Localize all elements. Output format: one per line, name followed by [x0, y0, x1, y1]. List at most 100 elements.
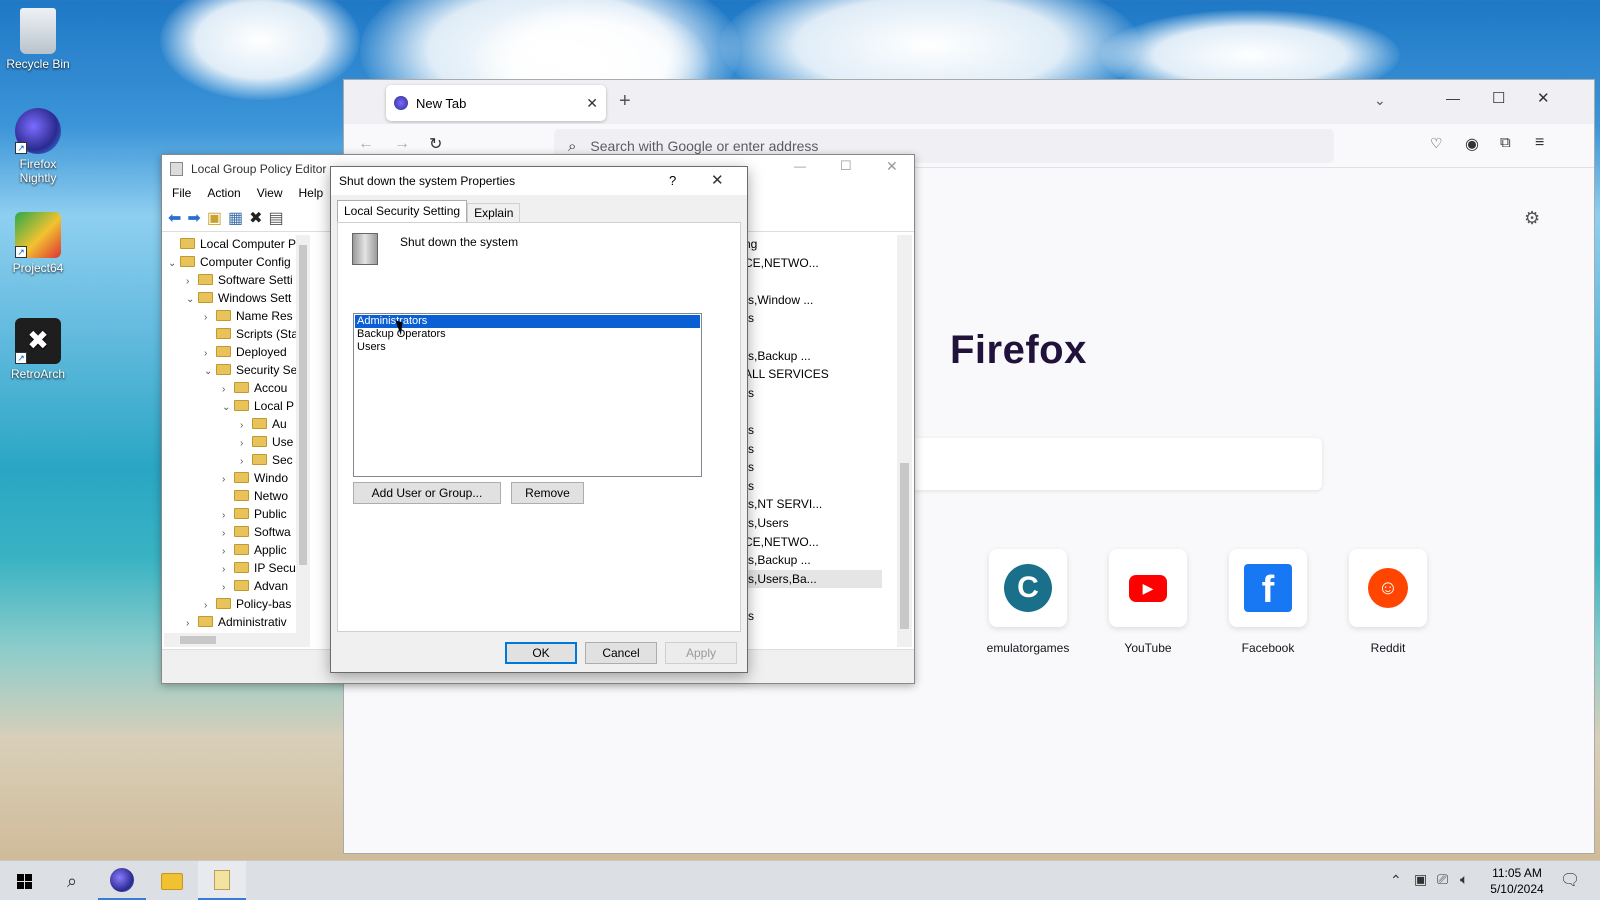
- list-cell[interactable]: rs: [742, 607, 882, 626]
- shortcut-facebook[interactable]: f Facebook: [1213, 549, 1323, 655]
- menu-help[interactable]: Help: [299, 186, 324, 200]
- list-cell[interactable]: CE,NETWO...: [742, 533, 882, 552]
- show-hidden-icons-icon[interactable]: ⌃: [1390, 872, 1402, 889]
- tree-node[interactable]: ⌄ Local P: [164, 397, 310, 415]
- remove-button[interactable]: Remove: [511, 482, 584, 504]
- tree-node[interactable]: › Policy-bas: [164, 595, 310, 613]
- tab-local-security-setting[interactable]: Local Security Setting: [337, 200, 468, 222]
- new-tab-button[interactable]: +: [619, 90, 631, 113]
- close-window-icon[interactable]: ✕: [886, 158, 898, 175]
- shortcut-youtube[interactable]: ▶ YouTube: [1093, 549, 1203, 655]
- list-cell[interactable]: ng: [742, 235, 882, 254]
- list-cell[interactable]: [742, 272, 882, 291]
- tree-node[interactable]: › Name Res: [164, 307, 310, 325]
- policy-list[interactable]: ngCE,NETWO...rs,Window ...rsrrs,Backup .…: [742, 235, 882, 647]
- close-tab-icon[interactable]: ✕: [586, 95, 598, 112]
- minimize-icon[interactable]: —: [1446, 90, 1460, 106]
- tree-node[interactable]: › Au: [164, 415, 310, 433]
- tab-explain[interactable]: Explain: [467, 203, 521, 222]
- ok-button[interactable]: OK: [505, 642, 577, 664]
- list-cell[interactable]: rs: [742, 309, 882, 328]
- list-cell[interactable]: rs: [742, 384, 882, 403]
- tree-node[interactable]: Netwo: [164, 487, 310, 505]
- maximize-icon[interactable]: ☐: [840, 158, 852, 174]
- help-button[interactable]: ?: [669, 173, 676, 188]
- back-icon[interactable]: ←: [358, 135, 374, 153]
- tree-node[interactable]: › Softwa: [164, 523, 310, 541]
- taskbar-group-policy-editor[interactable]: [198, 861, 246, 900]
- forward-icon[interactable]: →: [394, 135, 410, 153]
- taskbar-file-explorer[interactable]: [148, 861, 196, 900]
- chevron-right-icon[interactable]: ›: [186, 615, 198, 633]
- close-window-icon[interactable]: ✕: [1537, 89, 1550, 107]
- list-cell[interactable]: rs,Window ...: [742, 291, 882, 310]
- list-cell[interactable]: ALL SERVICES: [742, 365, 882, 384]
- tree-node[interactable]: › Applic: [164, 541, 310, 559]
- add-user-or-group-button[interactable]: Add User or Group...: [353, 482, 501, 504]
- pocket-icon[interactable]: ♡: [1430, 135, 1443, 152]
- tree-node[interactable]: ⌄ Security Se: [164, 361, 310, 379]
- shortcut-emulatorgames[interactable]: C emulatorgames: [973, 549, 1083, 655]
- list-cell[interactable]: CE,NETWO...: [742, 254, 882, 273]
- cancel-button[interactable]: Cancel: [585, 642, 657, 664]
- list-vertical-scrollbar[interactable]: [897, 235, 912, 647]
- tab-new-tab[interactable]: New Tab ✕: [386, 85, 606, 121]
- policy-tree[interactable]: Local Computer Polic ⌄ Computer Config › Sof…: [164, 235, 310, 635]
- list-cell[interactable]: rs,Users,Ba...: [742, 569, 882, 589]
- tree-node[interactable]: Local Computer Polic: [164, 235, 310, 253]
- list-cell[interactable]: rs,Backup ...: [742, 347, 882, 366]
- desktop-icon-recycle-bin[interactable]: Recycle Bin: [0, 8, 76, 71]
- tree-horizontal-scrollbar[interactable]: [164, 633, 310, 647]
- tree-node[interactable]: › Windo: [164, 469, 310, 487]
- members-listbox[interactable]: Administrators Backup Operators Users: [353, 313, 702, 477]
- tree-node[interactable]: › Administrativ: [164, 613, 310, 631]
- start-button[interactable]: [0, 861, 48, 900]
- tree-node[interactable]: ⌄ Computer Config: [164, 253, 310, 271]
- list-cell[interactable]: rs,NT SERVI...: [742, 495, 882, 514]
- member-item-administrators[interactable]: Administrators: [355, 315, 700, 328]
- reload-icon[interactable]: ↻: [429, 134, 442, 154]
- menu-view[interactable]: View: [257, 186, 283, 200]
- menu-file[interactable]: File: [172, 186, 191, 200]
- tree-node[interactable]: › Public: [164, 505, 310, 523]
- list-cell[interactable]: [742, 402, 882, 421]
- desktop-icon-retroarch[interactable]: ✖ ↗ RetroArch: [0, 318, 76, 381]
- newtab-search-box[interactable]: [844, 438, 1322, 490]
- member-item-users[interactable]: Users: [355, 341, 700, 354]
- list-cell[interactable]: r: [742, 328, 882, 347]
- show-hide-tree-icon[interactable]: ▦: [228, 207, 243, 229]
- tree-node[interactable]: Scripts (Sta: [164, 325, 310, 343]
- taskbar-firefox-nightly[interactable]: [98, 861, 146, 900]
- settings-gear-icon[interactable]: ⚙: [1524, 208, 1540, 229]
- minimize-icon[interactable]: —: [794, 159, 806, 173]
- list-cell[interactable]: rs: [742, 477, 882, 496]
- forward-icon[interactable]: ➡: [187, 207, 200, 229]
- volume-muted-icon[interactable]: 🔈︎: [1460, 871, 1468, 888]
- member-item-backup-operators[interactable]: Backup Operators: [355, 328, 700, 341]
- extensions-icon[interactable]: ⧉: [1500, 134, 1511, 151]
- back-icon[interactable]: ⬅: [168, 207, 181, 229]
- tree-node[interactable]: › Sec: [164, 451, 310, 469]
- menu-icon[interactable]: ≡: [1535, 134, 1544, 152]
- apply-button[interactable]: Apply: [665, 642, 737, 664]
- tree-node[interactable]: › Use: [164, 433, 310, 451]
- tree-node[interactable]: › Software Setti: [164, 271, 310, 289]
- desktop-icon-firefox-nightly[interactable]: ↗ Firefox Nightly: [0, 108, 76, 185]
- account-icon[interactable]: ◉: [1465, 134, 1479, 154]
- list-cell[interactable]: rs,Users: [742, 514, 882, 533]
- list-cell[interactable]: [742, 588, 882, 607]
- tree-node[interactable]: › Deployed: [164, 343, 310, 361]
- search-taskbar-icon[interactable]: ⌕: [48, 861, 96, 900]
- list-all-tabs-icon[interactable]: ⌄: [1374, 92, 1386, 109]
- maximize-icon[interactable]: ☐: [1492, 89, 1505, 107]
- desktop-icon-project64[interactable]: ↗ Project64: [0, 212, 76, 275]
- list-cell[interactable]: rs,Backup ...: [742, 551, 882, 570]
- list-cell[interactable]: rs: [742, 421, 882, 440]
- tree-node[interactable]: › Accou: [164, 379, 310, 397]
- menu-action[interactable]: Action: [207, 186, 240, 200]
- tree-vertical-scrollbar[interactable]: [296, 235, 310, 635]
- properties-icon[interactable]: ▤: [268, 207, 283, 229]
- tree-node[interactable]: › Advan: [164, 577, 310, 595]
- network-icon[interactable]: ⎚: [1437, 871, 1448, 888]
- list-cell[interactable]: rs: [742, 440, 882, 459]
